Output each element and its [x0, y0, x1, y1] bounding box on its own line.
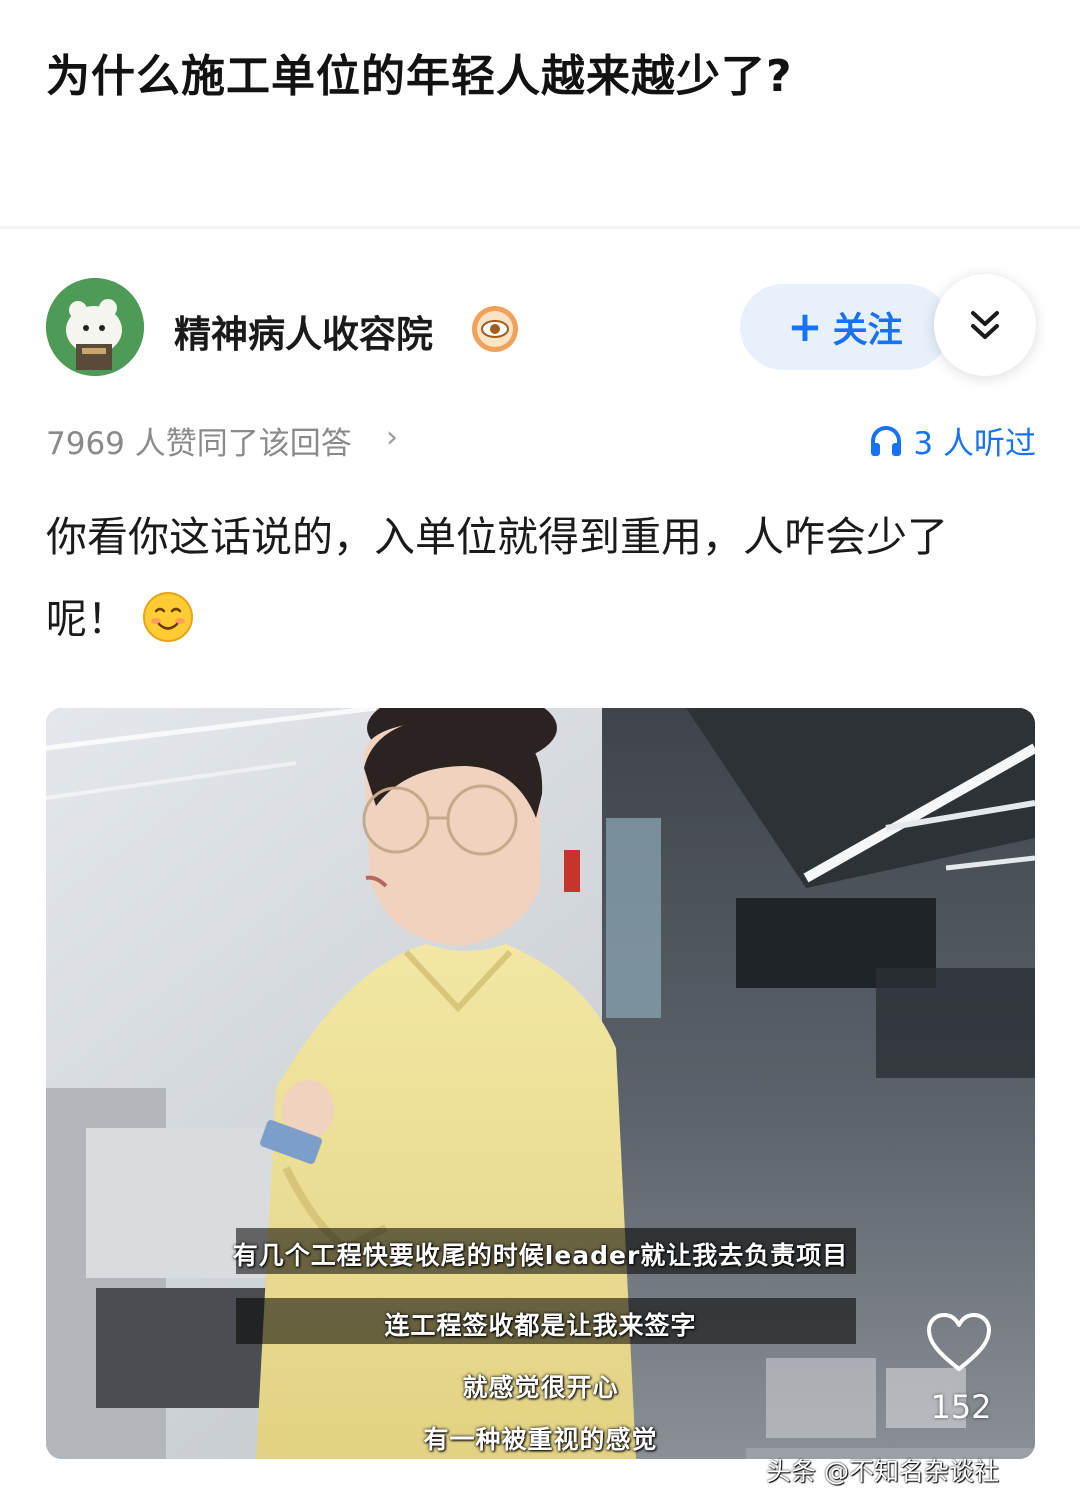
- video-subtitle-1: 有几个工程快要收尾的时候leader就让我去负责项目: [232, 1241, 849, 1270]
- watermark: 头条 @不知名杂谈社: [766, 1457, 999, 1486]
- follow-button[interactable]: + 关注: [740, 284, 950, 370]
- listened-count[interactable]: 3 人听过: [869, 418, 1036, 463]
- answer-line-2-wrap: 呢！: [46, 578, 1036, 660]
- author-name[interactable]: 精神病人收容院: [174, 304, 433, 358]
- smiling-face-icon: [143, 592, 193, 642]
- expand-button[interactable]: [934, 274, 1036, 376]
- eye-badge-icon: [472, 306, 518, 352]
- video-subtitle-3: 就感觉很开心: [462, 1373, 619, 1402]
- avatar-illustration: [46, 278, 144, 376]
- video-subtitle-4: 有一种被重视的感觉: [423, 1425, 658, 1454]
- video-frame: [46, 708, 1035, 1459]
- answer-line-2: 呢！: [46, 595, 128, 643]
- author-row: 精神病人收容院 + 关注: [46, 274, 1036, 376]
- video-subtitle-2: 连工程签收都是让我来签字: [384, 1311, 697, 1340]
- agree-count[interactable]: 7969 人赞同了该回答: [46, 418, 352, 463]
- answer-body: 你看你这话说的，入单位就得到重用，人咋会少了 呢！: [46, 496, 1036, 660]
- divider: [0, 226, 1080, 229]
- listened-label: 3 人听过: [913, 426, 1036, 462]
- like-count: 152: [930, 1388, 992, 1426]
- follow-label: 关注: [832, 310, 903, 351]
- video-player[interactable]: 有几个工程快要收尾的时候leader就让我去负责项目 连工程签收都是让我来签字 …: [46, 708, 1035, 1459]
- chevron-right-icon[interactable]: ›: [386, 420, 398, 455]
- plus-icon: +: [787, 302, 823, 351]
- double-chevron-down-icon: [971, 311, 999, 339]
- meta-row: 7969 人赞同了该回答 › 3 人听过: [46, 418, 1036, 462]
- answer-line-1: 你看你这话说的，入单位就得到重用，人咋会少了: [46, 513, 948, 561]
- headphones-icon: [871, 425, 902, 456]
- heart-icon[interactable]: [926, 1313, 992, 1373]
- question-title: 为什么施工单位的年轻人越来越少了?: [46, 51, 793, 102]
- author-avatar[interactable]: [46, 278, 144, 376]
